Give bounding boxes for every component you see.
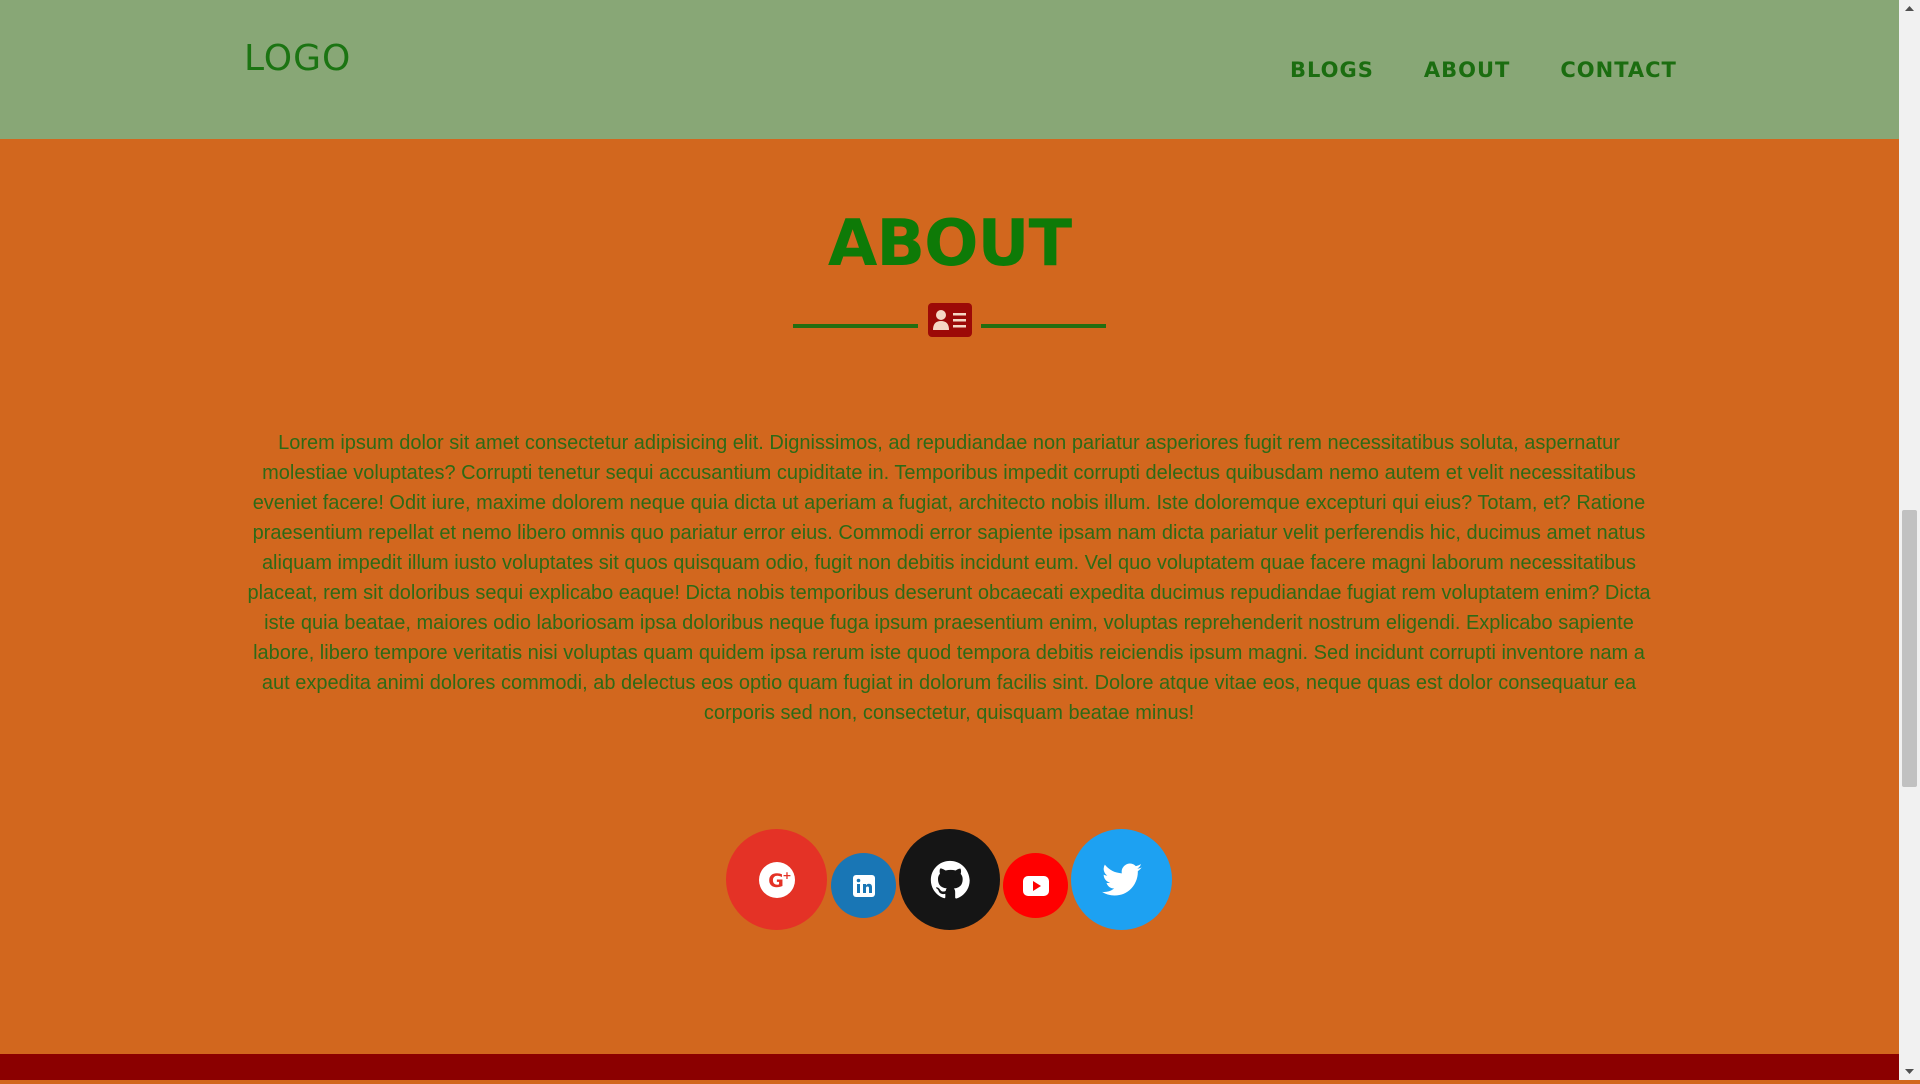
scrollbar-thumb[interactable] [1902, 510, 1917, 787]
main-nav: BLOGS ABOUT CONTACT [1290, 58, 1727, 82]
youtube-icon [1022, 875, 1049, 896]
about-text: Lorem ipsum dolor sit amet consectetur a… [247, 432, 1651, 724]
scroll-up-arrow[interactable] [1899, 0, 1920, 17]
svg-text:+: + [782, 869, 791, 882]
section-title: ABOUT [827, 207, 1072, 281]
logo[interactable]: LOGO [244, 38, 351, 79]
divider-line-left [793, 324, 918, 328]
twitter-icon [1101, 863, 1142, 895]
twitter-button[interactable] [1071, 829, 1172, 930]
page: LOGO BLOGS ABOUT CONTACT ABOUT Lorem ips… [0, 0, 1899, 1080]
linkedin-icon [852, 874, 875, 897]
github-icon [930, 860, 970, 899]
footer-strip [0, 1054, 1899, 1080]
navbar: LOGO BLOGS ABOUT CONTACT [0, 0, 1899, 139]
nav-about[interactable]: ABOUT [1424, 58, 1511, 82]
github-button[interactable] [899, 829, 1000, 930]
google-plus-icon: G + [758, 861, 795, 898]
scrollbar[interactable] [1899, 0, 1920, 1080]
id-card-icon [928, 303, 972, 337]
nav-contact[interactable]: CONTACT [1560, 58, 1677, 82]
youtube-button[interactable] [1003, 853, 1068, 918]
linkedin-button[interactable] [831, 853, 896, 918]
divider-line-right [981, 324, 1106, 328]
google-plus-button[interactable]: G + [726, 829, 827, 930]
scroll-down-arrow[interactable] [1899, 1063, 1920, 1080]
nav-blogs[interactable]: BLOGS [1290, 58, 1374, 82]
